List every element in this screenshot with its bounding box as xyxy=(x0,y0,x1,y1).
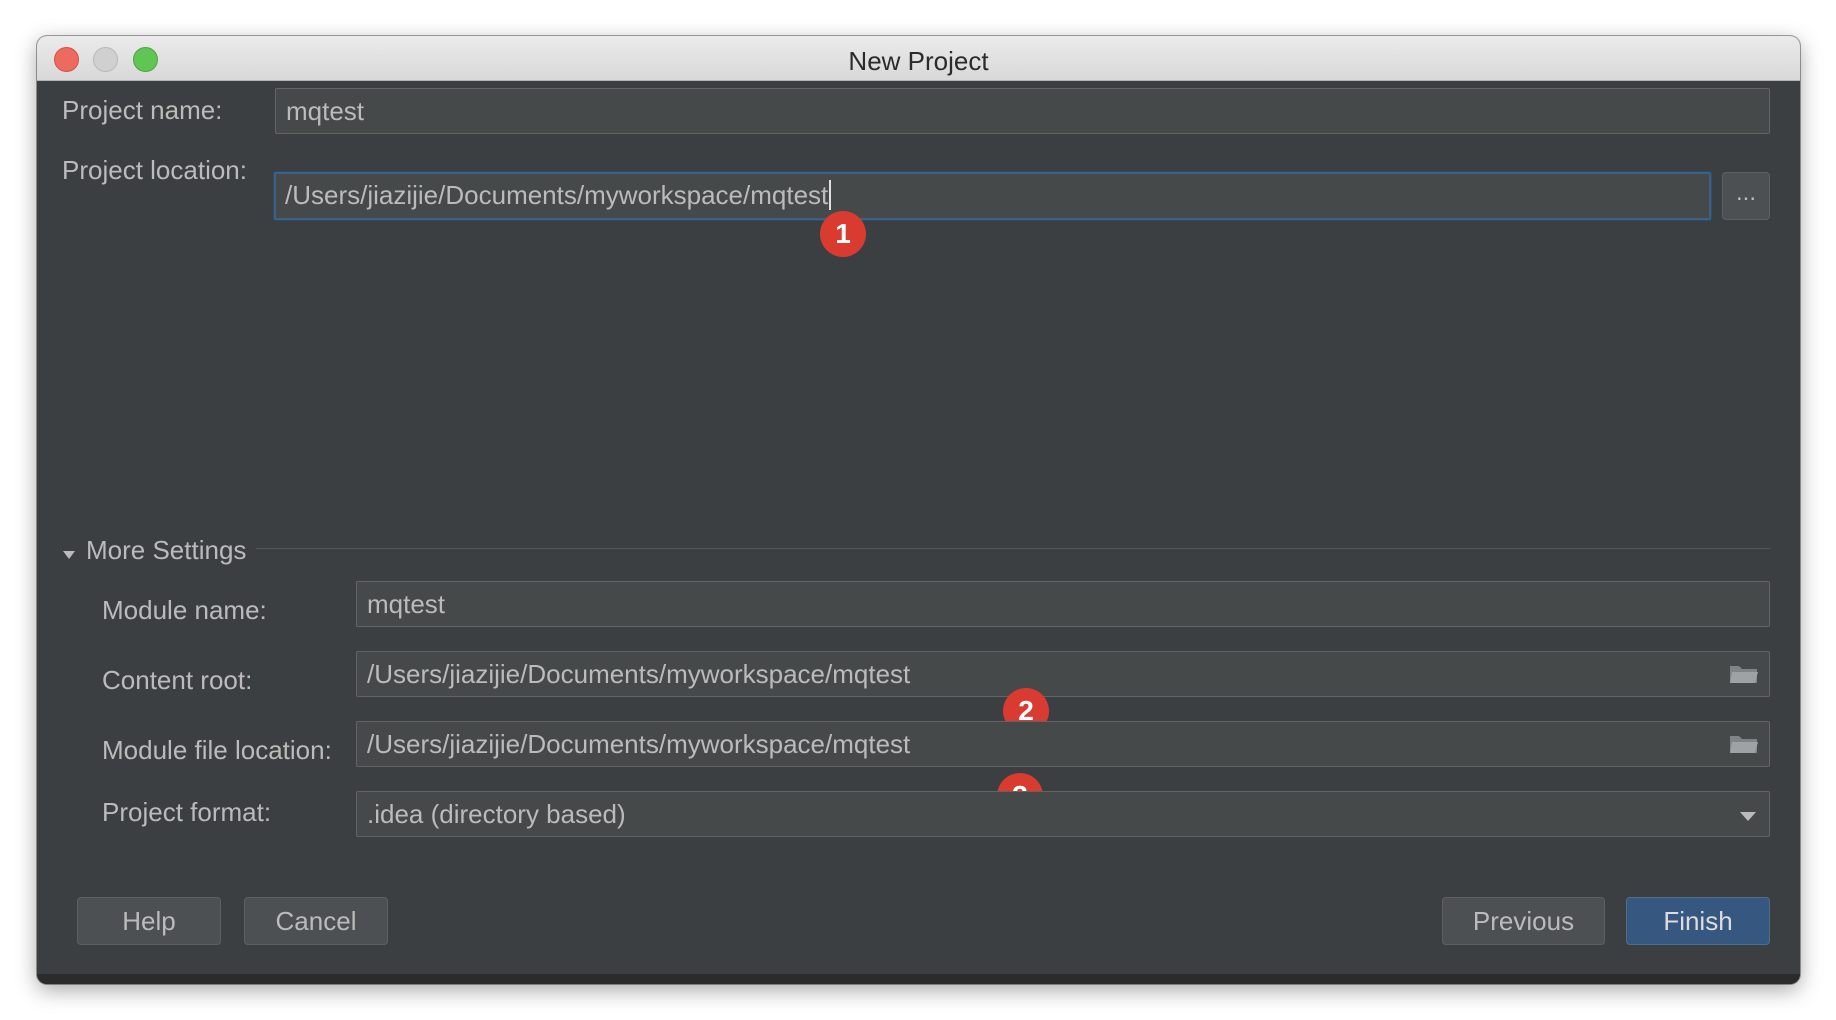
content-root-field[interactable]: /Users/jiazijie/Documents/myworkspace/mq… xyxy=(356,651,1770,697)
triangle-down-icon[interactable] xyxy=(61,549,77,561)
section-divider xyxy=(256,548,1770,549)
project-location-field[interactable]: /Users/jiazijie/Documents/myworkspace/mq… xyxy=(274,172,1711,220)
new-project-dialog: New Project Project name: mqtest Project… xyxy=(37,36,1800,984)
window-title: New Project xyxy=(848,46,989,76)
annotation-marker-1: 1 xyxy=(820,211,866,257)
title-bar: New Project xyxy=(37,36,1800,81)
cancel-button[interactable]: Cancel xyxy=(244,897,388,945)
module-name-label: Module name: xyxy=(102,595,267,625)
content-root-value: /Users/jiazijie/Documents/myworkspace/mq… xyxy=(367,659,911,689)
project-location-value: /Users/jiazijie/Documents/myworkspace/mq… xyxy=(285,180,829,210)
module-name-field[interactable]: mqtest xyxy=(356,581,1770,627)
chevron-down-icon[interactable] xyxy=(1739,810,1757,822)
status-bar xyxy=(37,974,1800,984)
module-file-location-value: /Users/jiazijie/Documents/myworkspace/mq… xyxy=(367,729,911,759)
project-format-value: .idea (directory based) xyxy=(367,799,626,829)
text-caret xyxy=(829,180,832,211)
help-button[interactable]: Help xyxy=(77,897,221,945)
folder-icon[interactable] xyxy=(1729,663,1759,685)
project-format-select[interactable]: .idea (directory based) xyxy=(356,791,1770,837)
module-file-location-label: Module file location: xyxy=(102,735,332,765)
project-name-label: Project name: xyxy=(62,95,223,125)
previous-button[interactable]: Previous xyxy=(1442,897,1605,945)
project-format-label: Project format: xyxy=(102,797,272,827)
project-name-field[interactable]: mqtest xyxy=(275,88,1770,134)
module-file-location-field[interactable]: /Users/jiazijie/Documents/myworkspace/mq… xyxy=(356,721,1770,767)
content-root-label: Content root: xyxy=(102,665,253,695)
browse-location-button[interactable]: ... xyxy=(1722,172,1770,220)
more-settings-label[interactable]: More Settings xyxy=(86,535,246,566)
folder-icon[interactable] xyxy=(1729,733,1759,755)
finish-button[interactable]: Finish xyxy=(1626,897,1770,945)
project-location-label: Project location: xyxy=(62,155,247,185)
